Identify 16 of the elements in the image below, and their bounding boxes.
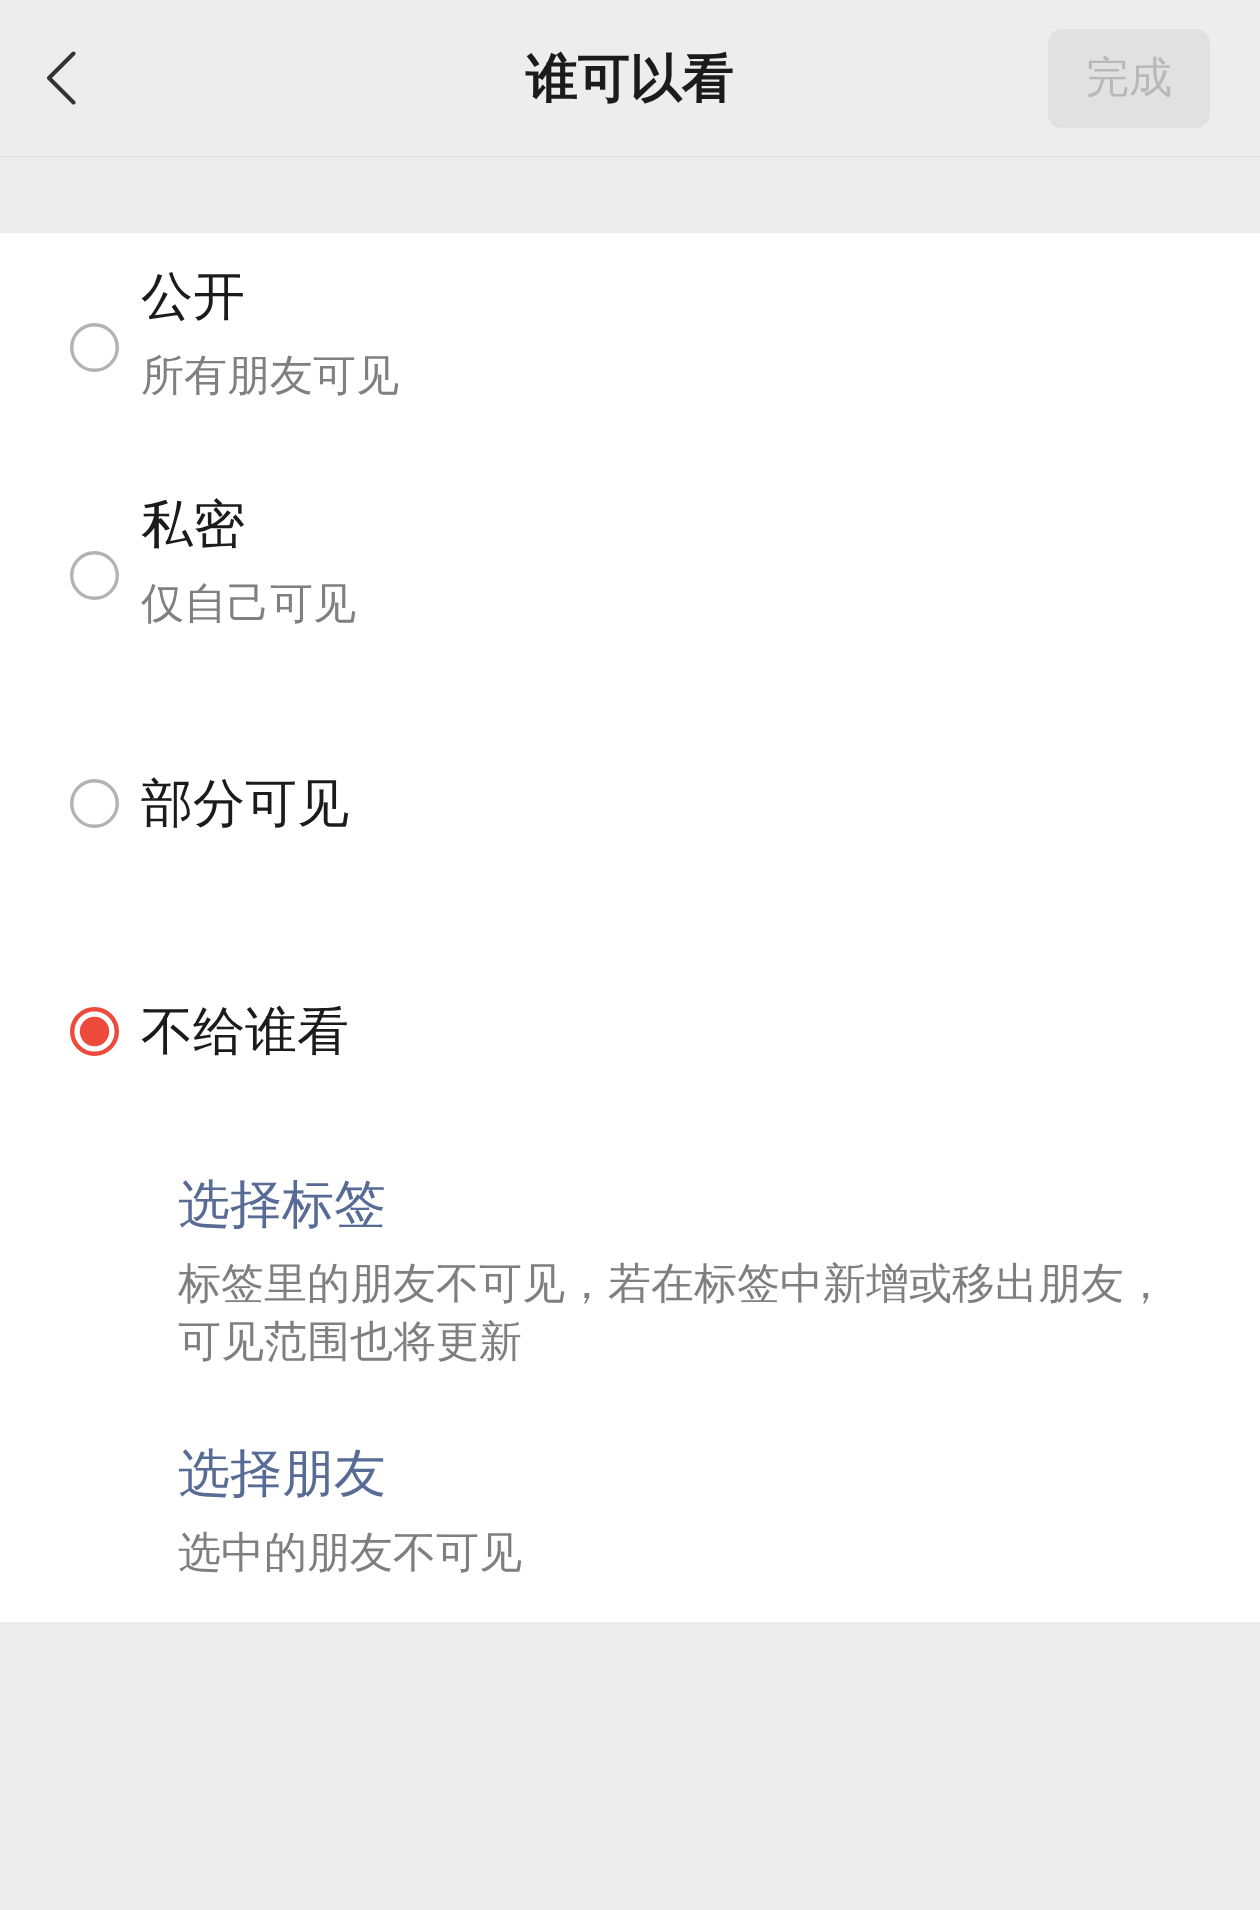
option-subtitle: 仅自己可见 xyxy=(141,577,356,630)
radio-button[interactable] xyxy=(70,778,119,828)
back-icon[interactable] xyxy=(46,51,76,105)
page-title: 谁可以看 xyxy=(526,47,734,110)
sub-option-link[interactable]: 选择朋友 xyxy=(178,1439,386,1507)
radio-button[interactable] xyxy=(70,1006,119,1056)
sub-option-link[interactable]: 选择标签 xyxy=(178,1170,386,1238)
option-title: 部分可见 xyxy=(141,772,349,835)
option-title: 不给谁看 xyxy=(141,1000,349,1063)
sub-option-description: 选中的朋友不可见 xyxy=(178,1526,522,1579)
radio-button[interactable] xyxy=(70,322,119,372)
radio-button[interactable] xyxy=(70,550,119,600)
sub-option-description: 标签里的朋友不可见，若在标签中新增或移出朋友，可见范围也将更新 xyxy=(178,1257,1168,1368)
option-title: 私密 xyxy=(141,493,245,556)
option-subtitle: 所有朋友可见 xyxy=(141,349,399,402)
option-title: 公开 xyxy=(141,265,245,328)
